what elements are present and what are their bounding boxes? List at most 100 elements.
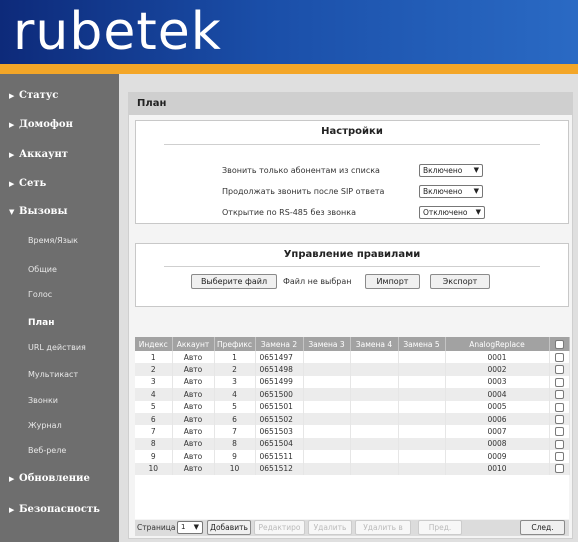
select-all-checkbox-cell[interactable] <box>549 337 570 351</box>
sidebar-subitem-plan[interactable]: План <box>28 317 54 329</box>
sidebar-item-status[interactable]: ▶ Статус <box>9 89 58 103</box>
table-row[interactable]: 5 Авто 5 0651501 0005 <box>135 400 570 413</box>
sidebar-subitem-time-lang[interactable]: Время/Язык <box>28 235 78 247</box>
table-cell <box>350 363 399 376</box>
table-cell: 1 <box>135 351 173 364</box>
triangle-right-icon: ▶ <box>9 474 15 483</box>
setting-label-whitelist: Звонить только абонентам из списка <box>222 166 380 175</box>
file-status: Файл не выбран <box>283 277 352 286</box>
delete-button[interactable]: Удалить <box>308 520 352 535</box>
table-row[interactable]: 8 Авто 8 0651504 0008 <box>135 437 570 451</box>
column-header: Префикс <box>214 337 256 351</box>
table-cell: Авто <box>172 437 215 451</box>
prev-page-button[interactable]: Пред. <box>418 520 462 535</box>
table-cell: 3 <box>214 375 256 389</box>
page-select[interactable]: 1 ▼ <box>177 521 203 534</box>
table-cell: 8 <box>135 437 173 451</box>
delete-all-button[interactable]: Удалить в <box>355 520 411 535</box>
rubetek-logo: rubetek <box>13 2 222 62</box>
add-button[interactable]: Добавить <box>207 520 251 535</box>
table-row[interactable]: 7 Авто 7 0651503 0007 <box>135 425 570 438</box>
table-cell: 0004 <box>445 388 550 401</box>
row-checkbox-cell[interactable] <box>549 375 570 389</box>
row-checkbox-cell[interactable] <box>549 400 570 413</box>
table-cell: Авто <box>172 425 215 438</box>
row-checkbox[interactable] <box>554 452 564 462</box>
row-checkbox-cell[interactable] <box>549 462 570 475</box>
sidebar-subitem-ringtones[interactable]: Звонки <box>28 395 58 407</box>
table-cell: 6 <box>135 412 173 426</box>
table-row[interactable]: 6 Авто 6 0651502 0006 <box>135 412 570 426</box>
table-row[interactable]: 3 Авто 3 0651499 0003 <box>135 375 570 389</box>
table-cell <box>350 388 399 401</box>
table-cell: 0651501 <box>255 400 304 413</box>
row-checkbox-cell[interactable] <box>549 412 570 426</box>
row-checkbox-cell[interactable] <box>549 450 570 463</box>
sidebar-subitem-voice[interactable]: Голос <box>28 289 52 301</box>
sidebar-item-security[interactable]: ▶ Безопасность <box>9 503 100 517</box>
page-title: План <box>129 93 572 115</box>
row-checkbox[interactable] <box>554 390 564 400</box>
column-header: Замена 2 <box>255 337 304 351</box>
table-cell: 2 <box>214 363 256 376</box>
table-cell <box>350 437 399 451</box>
table-row[interactable]: 2 Авто 2 0651498 0002 <box>135 363 570 376</box>
table-cell: Авто <box>172 412 215 426</box>
row-checkbox[interactable] <box>554 439 564 449</box>
row-checkbox-cell[interactable] <box>549 425 570 438</box>
table-cell: 9 <box>135 450 173 463</box>
setting-select-rs485-open[interactable]: Отключено ▼ <box>419 206 485 219</box>
setting-select-whitelist[interactable]: Включено ▼ <box>419 164 483 177</box>
table-cell <box>350 412 399 426</box>
sidebar-subitem-multicast[interactable]: Мультикаст <box>28 369 78 381</box>
table-cell <box>398 363 446 376</box>
row-checkbox-cell[interactable] <box>549 388 570 401</box>
table-row[interactable]: 4 Авто 4 0651500 0004 <box>135 388 570 401</box>
triangle-right-icon: ▶ <box>9 179 15 188</box>
sidebar-item-intercom[interactable]: ▶ Домофон <box>9 118 73 132</box>
sidebar-subitem-log[interactable]: Журнал <box>28 420 62 432</box>
table-cell: 7 <box>214 425 256 438</box>
table-cell: 0651504 <box>255 437 304 451</box>
table-cell <box>350 351 399 364</box>
row-checkbox[interactable] <box>554 464 564 474</box>
sidebar-item-account[interactable]: ▶ Аккаунт <box>9 148 68 162</box>
table-cell: 0008 <box>445 437 550 451</box>
rules-box: Управление правилами Выберите файл Файл … <box>135 243 569 307</box>
table-cell <box>398 351 446 364</box>
select-all-checkbox[interactable] <box>554 339 564 349</box>
table-row[interactable]: 1 Авто 1 0651497 0001 <box>135 351 570 364</box>
row-checkbox[interactable] <box>554 352 564 362</box>
row-checkbox-cell[interactable] <box>549 351 570 364</box>
choose-file-button[interactable]: Выберите файл <box>191 274 277 289</box>
setting-select-continue-after-sip[interactable]: Включено ▼ <box>419 185 483 198</box>
setting-label-rs485-open: Открытие по RS-485 без звонка <box>222 208 356 217</box>
row-checkbox[interactable] <box>554 427 564 437</box>
divider <box>164 266 540 267</box>
sidebar-subitem-url-actions[interactable]: URL действия <box>28 342 86 354</box>
edit-button[interactable]: Редактиро <box>254 520 305 535</box>
row-checkbox-cell[interactable] <box>549 437 570 451</box>
sidebar-item-update[interactable]: ▶ Обновление <box>9 472 90 486</box>
table-row[interactable]: 10 Авто 10 0651512 0010 <box>135 462 570 475</box>
sidebar-item-calls[interactable]: ▼ Вызовы <box>9 205 68 219</box>
table-cell <box>398 437 446 451</box>
next-page-button[interactable]: След. <box>520 520 565 535</box>
sidebar-subitem-general[interactable]: Общие <box>28 264 57 276</box>
sidebar-item-network[interactable]: ▶ Сеть <box>9 177 46 191</box>
column-header: Аккаунт <box>172 337 215 351</box>
table-cell: 1 <box>214 351 256 364</box>
row-checkbox[interactable] <box>554 402 564 412</box>
import-button[interactable]: Импорт <box>365 274 420 289</box>
row-checkbox-cell[interactable] <box>549 363 570 376</box>
table-row[interactable]: 9 Авто 9 0651511 0009 <box>135 450 570 463</box>
table-cell: 0651503 <box>255 425 304 438</box>
export-button[interactable]: Экспорт <box>430 274 490 289</box>
triangle-right-icon: ▶ <box>9 91 15 100</box>
table-cell: 4 <box>135 388 173 401</box>
row-checkbox[interactable] <box>554 377 564 387</box>
sidebar-subitem-web-relay[interactable]: Веб-реле <box>28 445 66 457</box>
table-header-row: Индекс Аккаунт Префикс Замена 2 Замена 3… <box>135 337 570 351</box>
row-checkbox[interactable] <box>554 414 564 424</box>
row-checkbox[interactable] <box>554 365 564 375</box>
